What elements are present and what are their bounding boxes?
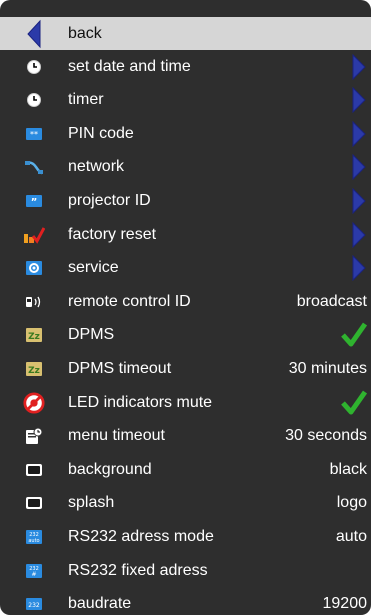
screen-icon	[23, 492, 45, 514]
rs232-auto-icon: 232 auto	[23, 526, 45, 548]
menu-item-label: remote control ID	[68, 292, 191, 310]
rs232-fixed-icon: 232 #	[23, 560, 45, 582]
menu-item-label: DPMS	[68, 326, 115, 344]
chevron-right-icon[interactable]	[351, 221, 367, 248]
led-mute-icon	[23, 391, 45, 414]
menu-item-led-indicators-mute[interactable]: LED indicators mute	[0, 386, 371, 419]
menu-item-background[interactable]: background black	[0, 453, 371, 486]
menu-item-label: projector ID	[68, 191, 151, 209]
id-quote-icon: ”	[23, 190, 45, 212]
menu-item-label: PIN code	[68, 124, 134, 142]
menu-item-rs232-fixed-adress[interactable]: 232 # RS232 fixed adress	[0, 554, 371, 587]
menu-item-label: background	[68, 460, 152, 478]
menu-item-set-date-and-time[interactable]: set date and time	[0, 50, 371, 83]
svg-text:232: 232	[28, 602, 40, 609]
menu-item-dpms-timeout[interactable]: Zz DPMS timeout 30 minutes	[0, 352, 371, 385]
clock-icon	[23, 56, 45, 78]
network-cable-icon	[23, 156, 45, 178]
menu-item-menu-timeout[interactable]: menu timeout 30 seconds	[0, 420, 371, 453]
menu-item-label: LED indicators mute	[68, 393, 213, 411]
menu-item-label: DPMS timeout	[68, 359, 172, 377]
svg-text:**: **	[30, 130, 38, 139]
menu-item-label: network	[68, 158, 125, 176]
chevron-right-icon[interactable]	[351, 53, 367, 80]
chevron-right-icon[interactable]	[351, 87, 367, 114]
menu-item-label: set date and time	[68, 57, 191, 75]
menu-item-value: 19200	[322, 595, 368, 613]
menu-item-dpms[interactable]: Zz DPMS	[0, 319, 371, 352]
menu-item-projector-id[interactable]: ” projector ID	[0, 184, 371, 217]
service-icon	[23, 257, 45, 279]
menu-item-label: service	[68, 259, 119, 277]
menu-item-pin-code[interactable]: ** PIN code	[0, 117, 371, 150]
menu-item-value: broadcast	[296, 292, 367, 310]
svg-text:Zz: Zz	[28, 332, 40, 342]
menu-item-splash[interactable]: splash logo	[0, 487, 371, 520]
settings-menu: back set date and time timer ** PIN code net…	[0, 0, 371, 615]
menu-item-label: RS232 fixed adress	[68, 561, 208, 579]
menu-item-timer[interactable]: timer	[0, 84, 371, 117]
menu-item-label: splash	[68, 494, 115, 512]
chevron-right-icon[interactable]	[351, 187, 367, 214]
pin-keypad-icon: **	[23, 123, 45, 145]
menu-item-service[interactable]: service	[0, 252, 371, 285]
menu-item-label: baudrate	[68, 595, 132, 613]
svg-text:auto: auto	[28, 538, 39, 544]
rs232-baud-icon: 232	[23, 593, 45, 615]
remote-signal-icon	[23, 291, 45, 313]
menu-item-baudrate[interactable]: 232 baudrate 19200	[0, 588, 371, 615]
svg-text:”: ”	[31, 197, 38, 208]
sleep-zz-icon: Zz	[23, 358, 45, 380]
menu-item-label: factory reset	[68, 225, 157, 243]
menu-item-value: 30 seconds	[285, 427, 367, 445]
back-arrow-icon	[23, 19, 45, 48]
clock-icon	[23, 89, 45, 111]
menu-item-rs232-adress-mode[interactable]: 232 auto RS232 adress mode auto	[0, 520, 371, 553]
svg-text:#: #	[31, 571, 36, 578]
chevron-right-icon[interactable]	[351, 154, 367, 181]
menu-item-value: auto	[335, 527, 367, 545]
factory-reset-icon	[23, 224, 45, 246]
menu-item-value: black	[329, 460, 367, 478]
chevron-right-icon[interactable]	[351, 255, 367, 282]
screen-icon	[23, 459, 45, 481]
checkmark-icon[interactable]	[341, 390, 367, 416]
menu-timer-icon	[23, 425, 45, 447]
chevron-right-icon[interactable]	[351, 120, 367, 147]
svg-text:Zz: Zz	[28, 366, 40, 376]
menu-item-network[interactable]: network	[0, 151, 371, 184]
menu-item-label: RS232 adress mode	[68, 527, 214, 545]
back-button[interactable]: back	[0, 17, 371, 50]
back-label: back	[68, 24, 102, 42]
menu-item-factory-reset[interactable]: factory reset	[0, 218, 371, 251]
menu-item-remote-control-id[interactable]: remote control ID broadcast	[0, 285, 371, 318]
menu-item-value: 30 minutes	[288, 359, 367, 377]
menu-item-label: timer	[68, 91, 104, 109]
menu-item-label: menu timeout	[68, 427, 165, 445]
menu-item-value: logo	[336, 494, 367, 512]
sleep-zz-icon: Zz	[23, 324, 45, 346]
checkmark-icon[interactable]	[341, 322, 367, 348]
